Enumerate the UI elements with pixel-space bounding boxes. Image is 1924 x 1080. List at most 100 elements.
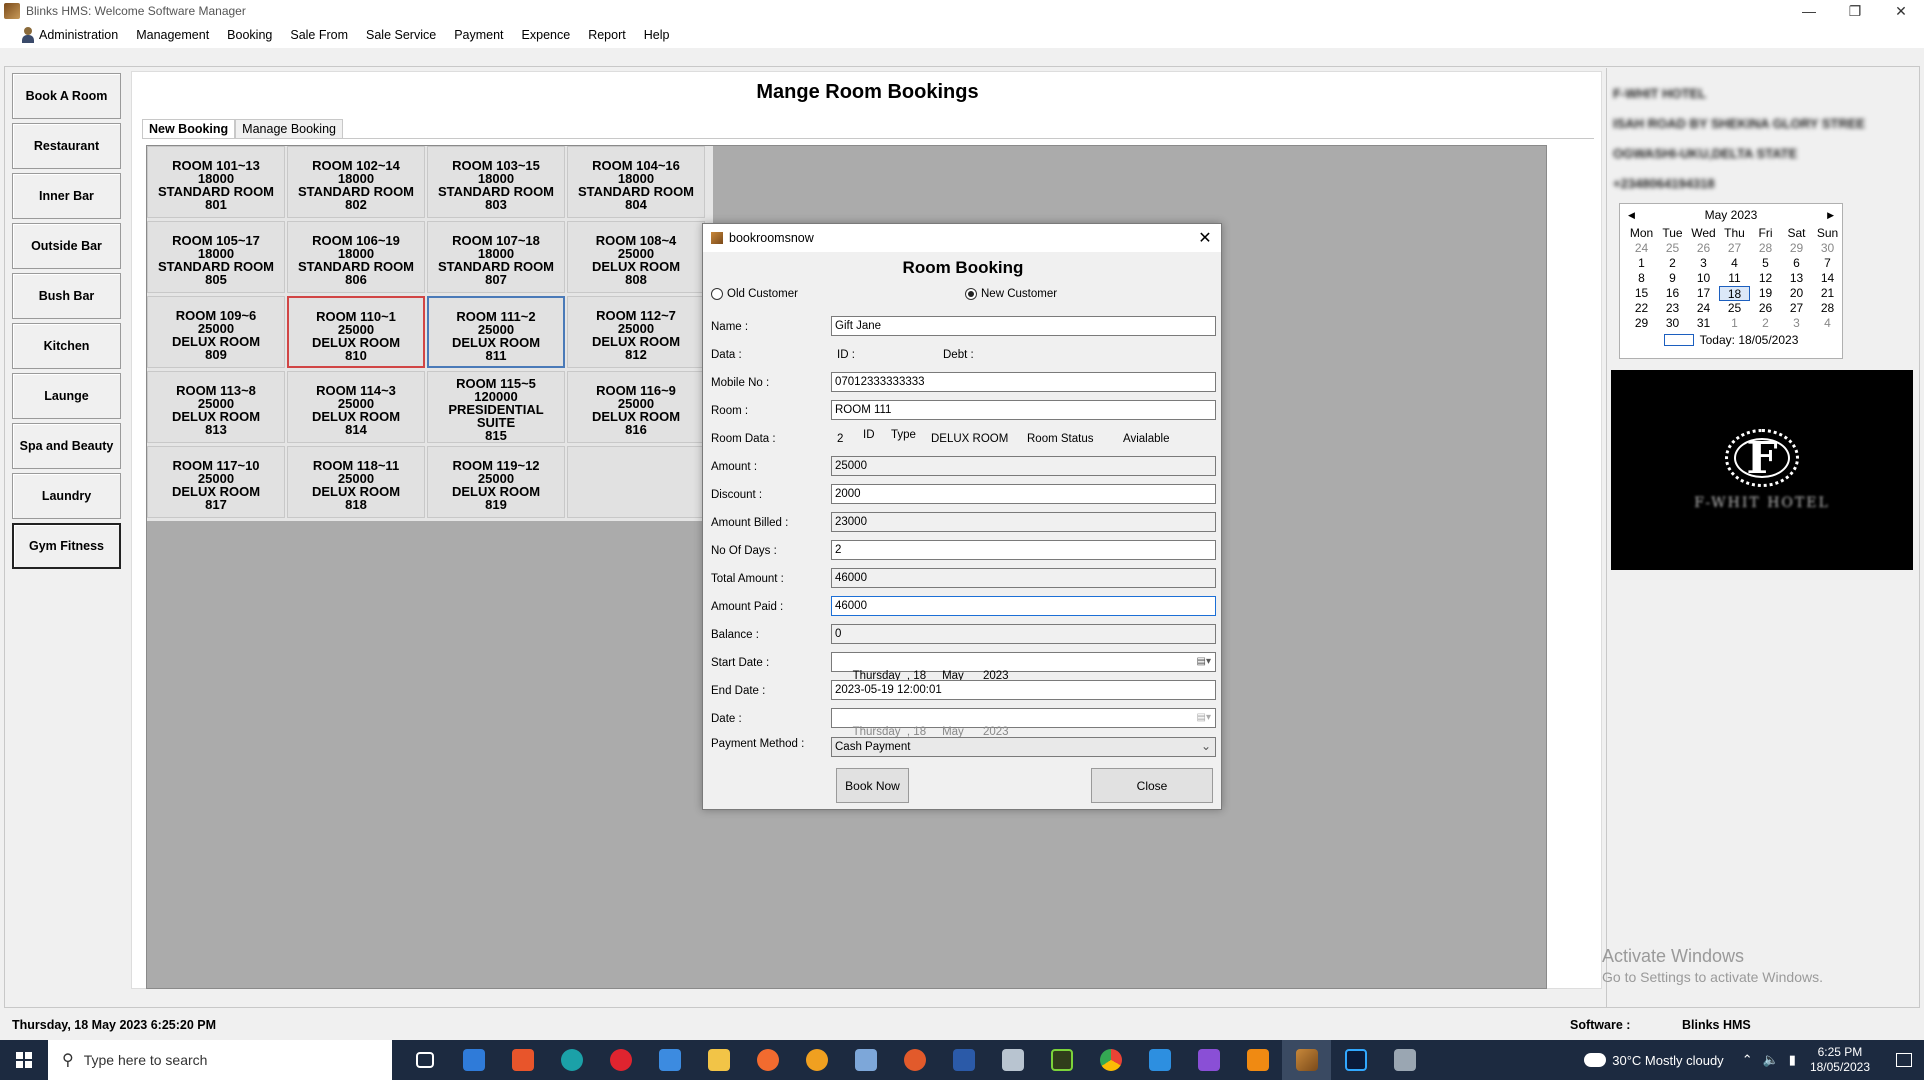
calendar-day[interactable]: 13 [1781, 271, 1812, 286]
calendar-day[interactable]: 7 [1812, 256, 1843, 271]
menu-management[interactable]: Management [127, 28, 218, 42]
calendar-day[interactable]: 31 [1688, 316, 1719, 331]
calendar-day[interactable]: 30 [1812, 241, 1843, 256]
empty-room-tile[interactable] [567, 446, 705, 518]
media-app-icon[interactable] [890, 1040, 939, 1080]
calendar-day[interactable]: 27 [1719, 241, 1750, 256]
room-tile[interactable]: ROOM 109~6 25000 DELUX ROOM 809 [147, 296, 285, 368]
menu-report[interactable]: Report [579, 28, 635, 42]
calendar-day[interactable]: 30 [1657, 316, 1688, 331]
calendar-day[interactable]: 23 [1657, 301, 1688, 316]
book-now-button[interactable]: Book Now [836, 768, 909, 803]
battery-icon[interactable]: ▮ [1789, 1052, 1796, 1068]
calendar-day[interactable]: 2 [1657, 256, 1688, 271]
calendar-day[interactable]: 27 [1781, 301, 1812, 316]
next-month-icon[interactable]: ▶ [1827, 210, 1834, 221]
room-tile[interactable]: ROOM 106~19 18000 STANDARD ROOM 806 [287, 221, 425, 293]
calendar-day[interactable]: 24 [1688, 301, 1719, 316]
edge-icon[interactable] [547, 1040, 596, 1080]
end-date-field[interactable]: 2023-05-19 12:00:01 [831, 680, 1216, 700]
calendar-day[interactable]: 5 [1750, 256, 1781, 271]
no-of-days-field[interactable]: 2 [831, 540, 1216, 560]
room-tile[interactable]: ROOM 115~5 120000 PRESIDENTIAL SUITE 815 [427, 371, 565, 443]
calendar-day[interactable]: 1 [1626, 256, 1657, 271]
shield-app-icon[interactable] [792, 1040, 841, 1080]
calendar-day[interactable]: 12 [1750, 271, 1781, 286]
room-tile[interactable]: ROOM 107~18 18000 STANDARD ROOM 807 [427, 221, 565, 293]
calendar-day[interactable]: 14 [1812, 271, 1843, 286]
calendar-day[interactable]: 25 [1719, 301, 1750, 316]
sidebar-laundry[interactable]: Laundry [12, 473, 121, 519]
calendar-day[interactable]: 20 [1781, 286, 1812, 301]
file-explorer-icon[interactable] [694, 1040, 743, 1080]
calendar-day[interactable]: 29 [1626, 316, 1657, 331]
notification-icon[interactable] [1884, 1040, 1924, 1080]
photos-icon[interactable] [841, 1040, 890, 1080]
amount-billed-field[interactable]: 23000 [831, 512, 1216, 532]
tab-new-booking[interactable]: New Booking [142, 119, 236, 139]
date-dropdown-icon[interactable]: ▤▾ [1197, 711, 1211, 725]
calendar-day[interactable]: 1 [1719, 316, 1750, 331]
menu-sale-from[interactable]: Sale From [281, 28, 357, 42]
calendar-day[interactable]: 2 [1750, 316, 1781, 331]
room-field[interactable]: ROOM 111 [831, 400, 1216, 420]
calendar-day[interactable]: 24 [1626, 241, 1657, 256]
calendar-day[interactable]: 3 [1781, 316, 1812, 331]
opera-icon[interactable] [596, 1040, 645, 1080]
sidebar-outside-bar[interactable]: Outside Bar [12, 223, 121, 269]
sidebar-bush-bar[interactable]: Bush Bar [12, 273, 121, 319]
sidebar-restaurant[interactable]: Restaurant [12, 123, 121, 169]
sql-server-icon[interactable] [1380, 1040, 1429, 1080]
room-tile[interactable]: ROOM 112~7 25000 DELUX ROOM 812 [567, 296, 705, 368]
calendar-day[interactable]: 26 [1750, 301, 1781, 316]
calendar-day[interactable]: 10 [1688, 271, 1719, 286]
menu-payment[interactable]: Payment [445, 28, 512, 42]
store-icon[interactable] [645, 1040, 694, 1080]
room-tile[interactable]: ROOM 105~17 18000 STANDARD ROOM 805 [147, 221, 285, 293]
sidebar-launge[interactable]: Launge [12, 373, 121, 419]
dreamweaver-icon[interactable] [1037, 1040, 1086, 1080]
room-tile[interactable]: ROOM 119~12 25000 DELUX ROOM 819 [427, 446, 565, 518]
menu-expence[interactable]: Expence [513, 28, 580, 42]
start-date-picker[interactable]: Thursday , 18 May 2023 ▤▾ [831, 652, 1216, 682]
brave-icon[interactable] [498, 1040, 547, 1080]
new-customer-radio[interactable] [965, 288, 977, 300]
balance-field[interactable]: 0 [831, 624, 1216, 644]
payment-method-select[interactable]: Cash Payment ⌄ [831, 737, 1216, 757]
room-tile[interactable]: ROOM 118~11 25000 DELUX ROOM 818 [287, 446, 425, 518]
calendar-day[interactable]: 8 [1626, 271, 1657, 286]
prev-month-icon[interactable]: ◀ [1628, 210, 1635, 221]
weather-widget[interactable]: 30°C Mostly cloudy [1580, 1053, 1724, 1068]
chrome-icon[interactable] [1086, 1040, 1135, 1080]
room-tile[interactable]: ROOM 103~15 18000 STANDARD ROOM 803 [427, 146, 565, 218]
menu-help[interactable]: Help [635, 28, 679, 42]
room-tile[interactable]: ROOM 116~9 25000 DELUX ROOM 816 [567, 371, 705, 443]
bolt-app-icon[interactable] [1135, 1040, 1184, 1080]
sidebar-gym-fitness[interactable]: Gym Fitness [12, 523, 121, 569]
old-customer-radio[interactable] [711, 288, 723, 300]
calendar-day[interactable]: 4 [1812, 316, 1843, 331]
dialog-close-icon[interactable]: ✕ [1189, 224, 1221, 252]
calendar-day[interactable]: 3 [1688, 256, 1719, 271]
calendar-today[interactable]: Today: 18/05/2023 [1700, 333, 1799, 347]
sidebar-kitchen[interactable]: Kitchen [12, 323, 121, 369]
calendar-day[interactable]: 29 [1781, 241, 1812, 256]
chevron-down-icon[interactable]: ⌄ [1201, 739, 1211, 753]
menu-sale-service[interactable]: Sale Service [357, 28, 445, 42]
chevron-up-icon[interactable]: ⌃ [1742, 1052, 1753, 1068]
calendar-day[interactable]: 9 [1657, 271, 1688, 286]
calendar-day[interactable]: 11 [1719, 271, 1750, 286]
firefox-icon[interactable] [743, 1040, 792, 1080]
vlc-icon[interactable] [1233, 1040, 1282, 1080]
calendar-day[interactable]: 21 [1812, 286, 1843, 301]
amount-paid-field[interactable]: 46000 [831, 596, 1216, 616]
restore-button[interactable]: ❐ [1832, 0, 1878, 22]
old-customer-option[interactable]: Old Customer [711, 288, 798, 300]
volume-icon[interactable]: 🔈 [1763, 1052, 1779, 1068]
powershell-icon[interactable] [939, 1040, 988, 1080]
calendar-day[interactable]: 6 [1781, 256, 1812, 271]
calendar-day[interactable]: 16 [1657, 286, 1688, 301]
mobile-field[interactable]: 07012333333333 [831, 372, 1216, 392]
close-button[interactable]: Close [1091, 768, 1213, 803]
calendar-day[interactable]: 22 [1626, 301, 1657, 316]
